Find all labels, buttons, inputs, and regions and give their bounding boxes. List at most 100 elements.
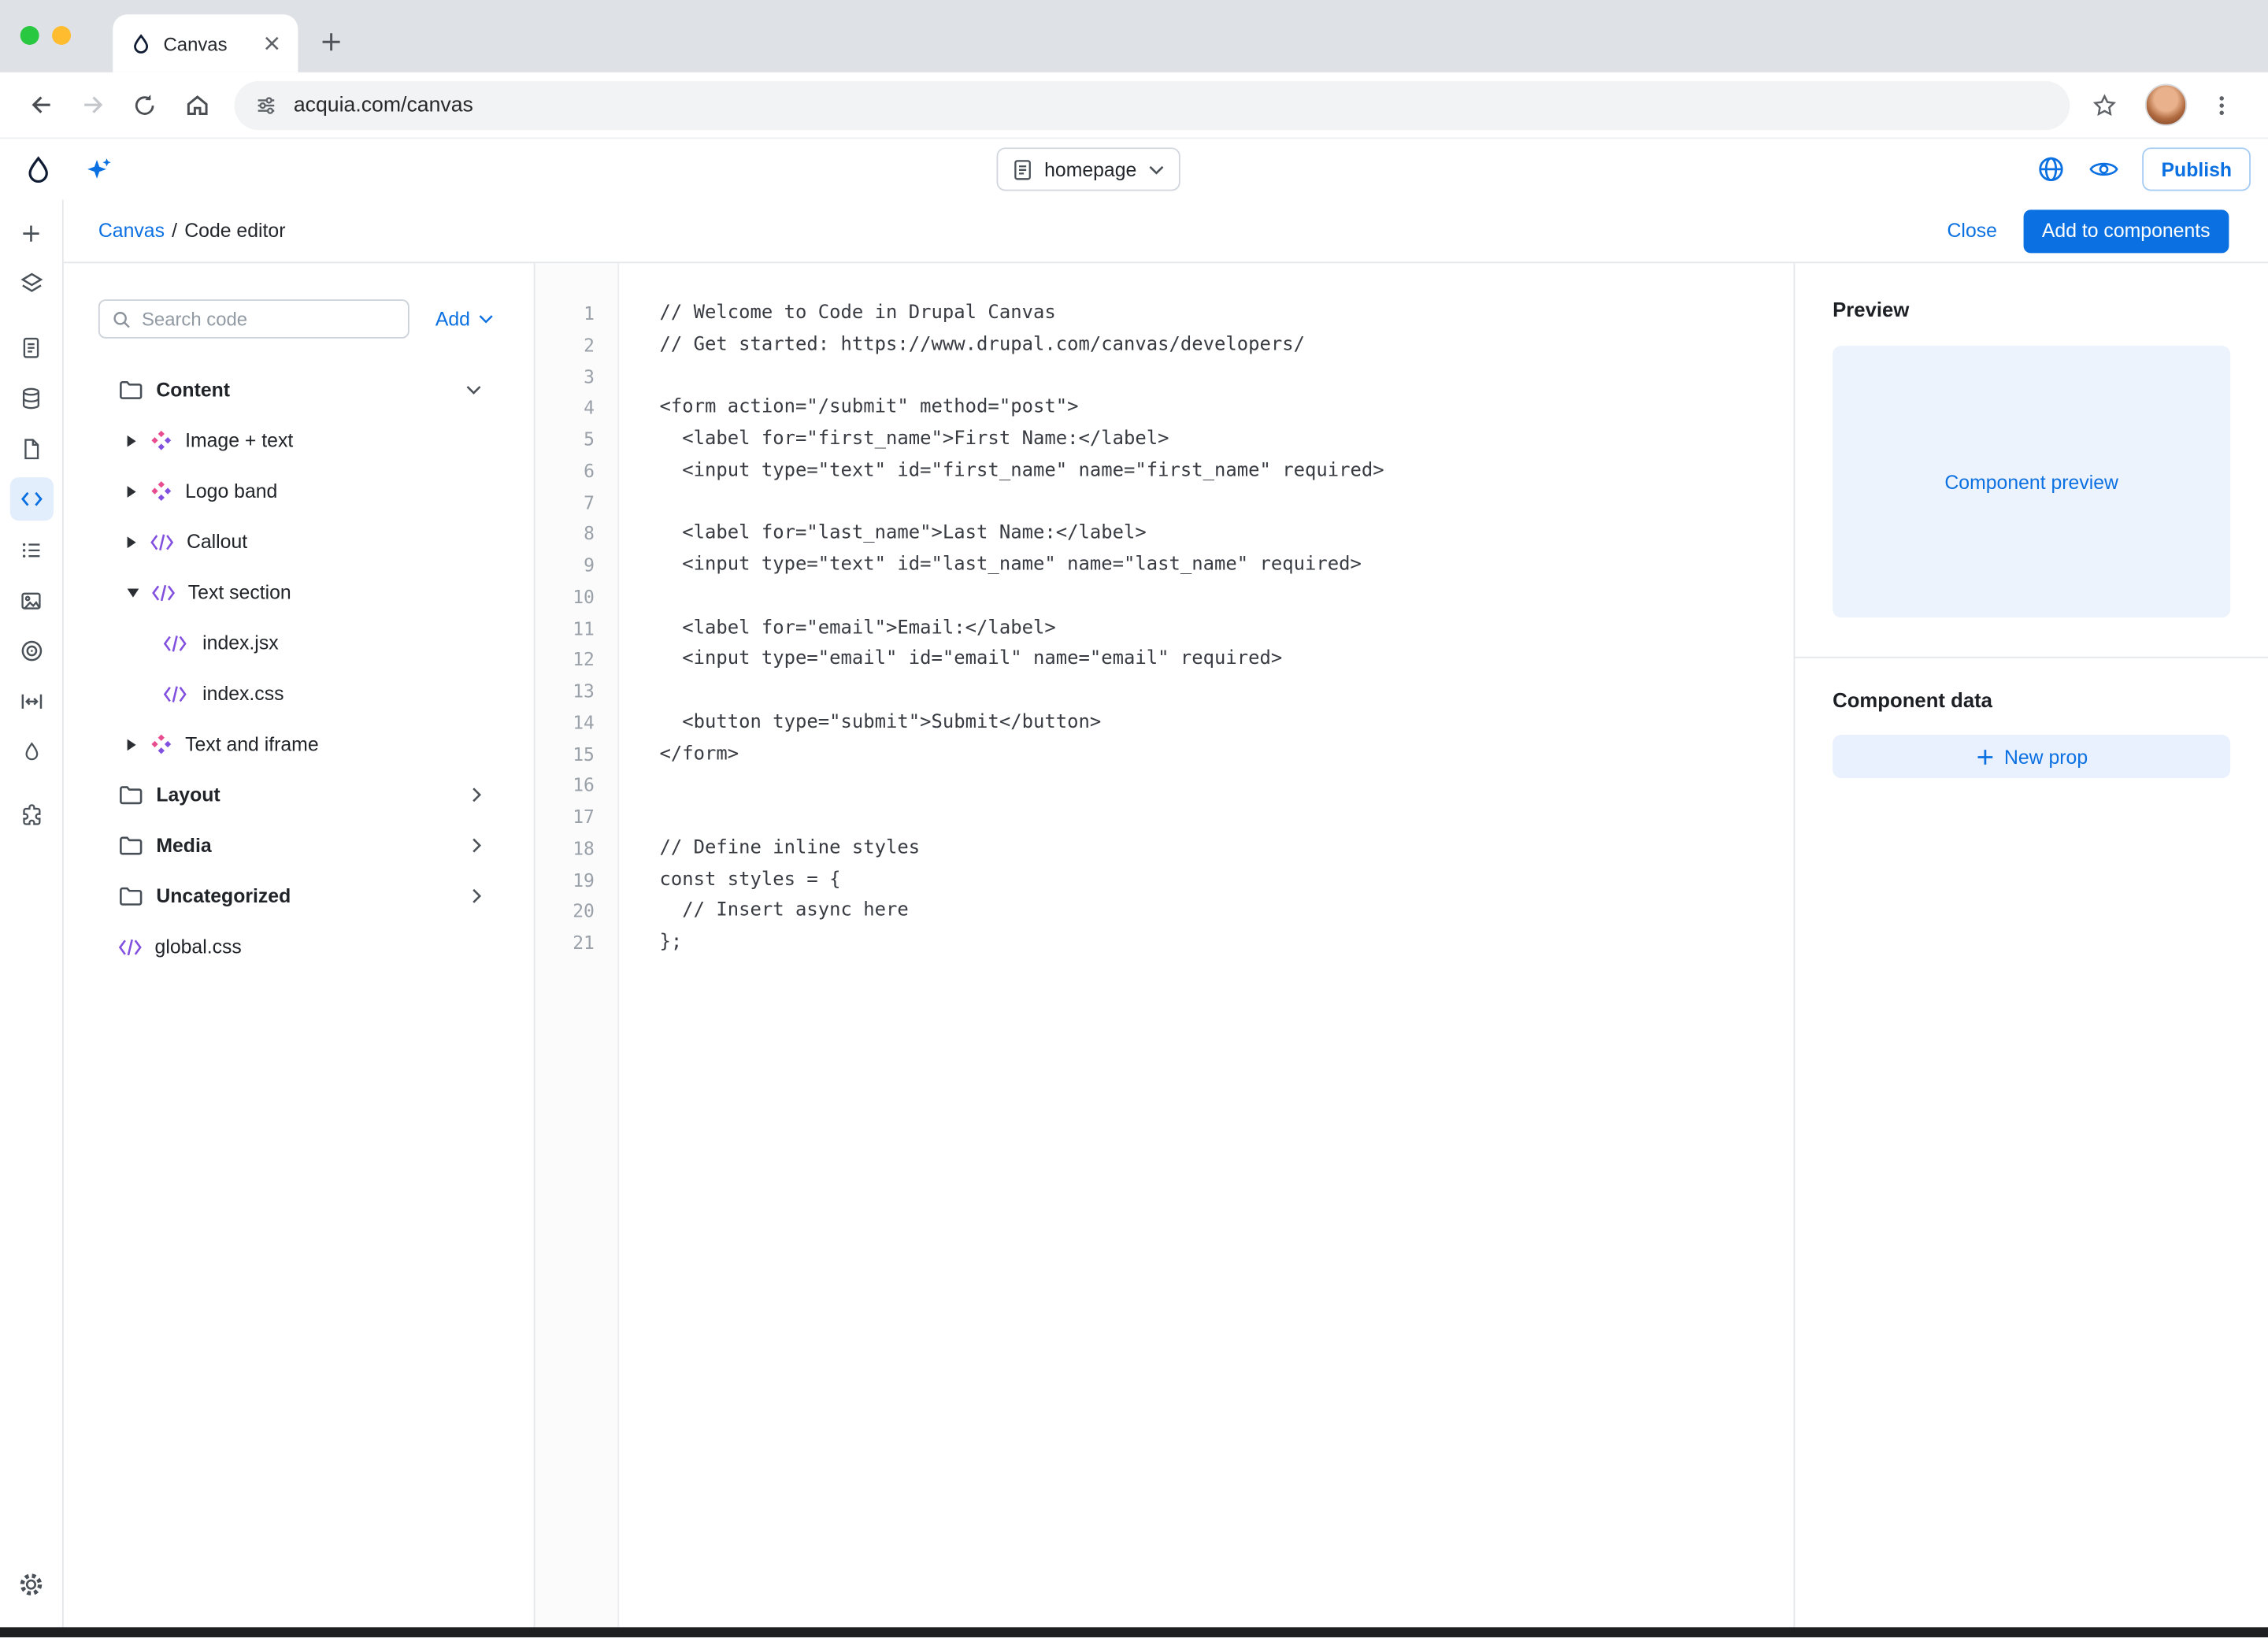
chevron-right-icon[interactable] [472,888,482,904]
document-icon [19,335,43,359]
code-line[interactable]: <form action="/submit" method="post"> [660,392,1794,424]
focus-button[interactable] [9,629,53,673]
caret-right-icon[interactable] [128,739,136,750]
tab-close-icon[interactable] [259,31,285,57]
address-bar[interactable]: acquia.com/canvas [235,80,2070,129]
new-prop-label: New prop [2004,746,2088,768]
bookmark-star-icon[interactable] [2081,82,2128,128]
window-control-green[interactable] [20,26,39,45]
list-button[interactable] [9,528,53,571]
tree-label: Image + text [185,430,293,452]
media-button[interactable] [9,579,53,622]
forward-button[interactable] [69,82,116,128]
close-button[interactable]: Close [1947,220,1997,242]
code-line[interactable] [660,487,1794,518]
browser-tab[interactable]: Canvas [113,14,298,72]
code-line[interactable]: // Insert async here [660,895,1794,927]
tree-label: index.css [202,683,284,705]
code-line[interactable] [660,676,1794,707]
profile-avatar[interactable] [2145,84,2187,126]
component-diamond-icon [150,733,172,755]
add-to-components-button[interactable]: Add to components [2023,209,2229,252]
tree-item-image-text[interactable]: Image + text [64,415,534,465]
code-icon [18,486,44,512]
breakpoints-button[interactable] [9,680,53,723]
code-line[interactable]: <input type="text" id="first_name" name=… [660,455,1794,487]
tree-file-index-jsx[interactable]: index.jsx [64,617,534,668]
home-button[interactable] [173,82,220,128]
code-line[interactable]: </form> [660,739,1794,770]
caret-right-icon[interactable] [128,485,136,497]
code-line[interactable] [660,361,1794,392]
chevron-down-icon [479,314,493,324]
site-settings-icon[interactable] [254,93,277,116]
caret-right-icon[interactable] [128,435,136,447]
tree-folder-media[interactable]: Media [64,820,534,870]
browser-menu-icon[interactable] [2199,82,2245,128]
drupal-canvas-logo-icon[interactable] [23,154,54,185]
database-icon [19,385,43,410]
pages-button[interactable] [9,427,53,470]
code-line[interactable] [660,770,1794,802]
code-line[interactable] [660,581,1794,613]
tree-folder-layout[interactable]: Layout [64,769,534,820]
code-line[interactable]: }; [660,927,1794,958]
layers-icon [18,270,44,296]
tree-label: Callout [187,531,247,553]
code-editor[interactable]: 123456789101112131415161718192021 // Wel… [536,263,1794,1627]
tree-file-index-css[interactable]: index.css [64,669,534,719]
breadcrumb-canvas-link[interactable]: Canvas [98,220,165,242]
code-line[interactable]: // Define inline styles [660,832,1794,864]
new-tab-button[interactable] [311,22,351,62]
tree-item-callout[interactable]: Callout [64,517,534,567]
tree-item-logo-band[interactable]: Logo band [64,465,534,516]
styles-button[interactable] [9,731,53,774]
component-preview-label: Component preview [1944,471,2118,493]
back-button[interactable] [17,82,64,128]
code-line[interactable]: const styles = { [660,864,1794,895]
code-editor-button[interactable] [9,477,53,521]
caret-right-icon[interactable] [128,536,136,548]
code-line[interactable]: <button type="submit">Submit</button> [660,707,1794,739]
code-line[interactable]: <label for="email">Email:</label> [660,613,1794,644]
chevron-right-icon[interactable] [472,837,482,853]
tree-folder-content[interactable]: Content [64,365,534,415]
code-line[interactable]: // Get started: https://www.drupal.com/c… [660,329,1794,361]
reload-button[interactable] [121,82,168,128]
url-text[interactable]: acquia.com/canvas [294,93,473,116]
search-input[interactable] [142,308,396,330]
tree-label: Uncategorized [156,885,291,907]
code-line[interactable]: <input type="email" id="email" name="ema… [660,644,1794,676]
globe-icon[interactable] [2037,155,2066,184]
code-line[interactable]: <label for="first_name">First Name:</lab… [660,424,1794,455]
preview-eye-icon[interactable] [2089,158,2120,180]
tree-folder-uncategorized[interactable]: Uncategorized [64,871,534,921]
extensions-button[interactable] [9,794,53,837]
search-input-container[interactable] [98,299,410,339]
tree-item-text-section[interactable]: Text section [64,567,534,617]
settings-button[interactable] [9,1562,53,1606]
window-control-yellow[interactable] [52,26,71,45]
layers-button[interactable] [9,261,53,305]
publish-button[interactable]: Publish [2143,147,2251,191]
chevron-right-icon[interactable] [472,787,482,802]
page-selector-dropdown[interactable]: homepage [997,147,1180,191]
code-line[interactable] [660,802,1794,833]
caret-down-icon[interactable] [128,588,139,597]
code-line[interactable]: <input type="text" id="last_name" name="… [660,550,1794,581]
component-preview-box: Component preview [1833,346,2230,617]
editor-toolbar: Canvas / Code editor Close Add to compon… [64,199,2268,263]
code-lines[interactable]: // Welcome to Code in Drupal Canvas// Ge… [619,263,1793,1627]
component-panel: Preview Component preview Component data… [1794,263,2268,1627]
add-button[interactable] [9,211,53,254]
content-button[interactable] [9,325,53,369]
new-prop-button[interactable]: New prop [1833,735,2230,778]
chevron-down-icon[interactable] [465,385,481,395]
tree-item-text-and-iframe[interactable]: Text and iframe [64,719,534,769]
code-line[interactable]: <label for="last_name">Last Name:</label… [660,518,1794,550]
data-button[interactable] [9,376,53,420]
code-line[interactable]: // Welcome to Code in Drupal Canvas [660,298,1794,329]
ai-sparkle-icon[interactable] [85,155,113,183]
tree-file-global-css[interactable]: global.css [64,921,534,972]
add-code-button[interactable]: Add [435,308,494,330]
